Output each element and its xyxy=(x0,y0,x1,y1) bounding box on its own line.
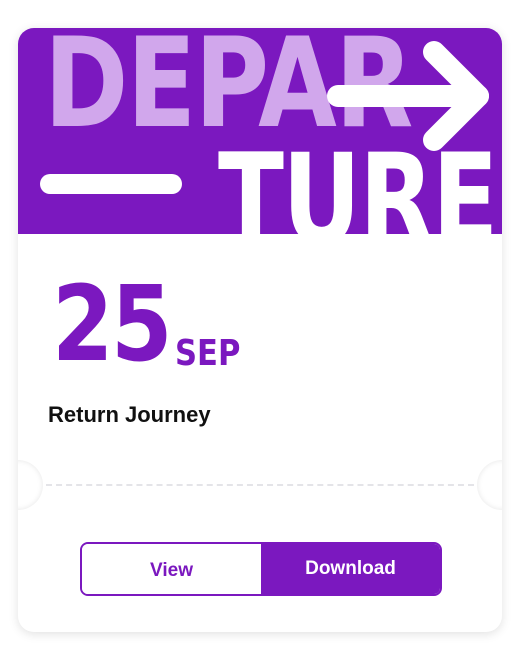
date-day: 25 xyxy=(52,263,172,385)
view-button[interactable]: View xyxy=(82,544,261,594)
perforation-divider xyxy=(46,484,474,486)
banner-word-bottom: TURE xyxy=(218,128,498,234)
ticket-notch-right xyxy=(477,460,502,510)
download-button[interactable]: Download xyxy=(261,544,440,594)
ticket-actions: View Download xyxy=(80,542,442,596)
ticket-card: DEPAR TURE 25 SEP Return Journey View Do… xyxy=(18,28,502,632)
decorative-dash xyxy=(40,174,182,194)
departure-date: 25 SEP xyxy=(52,272,252,376)
date-month: SEP xyxy=(174,333,241,374)
departure-banner: DEPAR TURE xyxy=(18,28,502,234)
journey-label: Return Journey xyxy=(48,402,211,427)
ticket-notch-left xyxy=(18,460,43,510)
